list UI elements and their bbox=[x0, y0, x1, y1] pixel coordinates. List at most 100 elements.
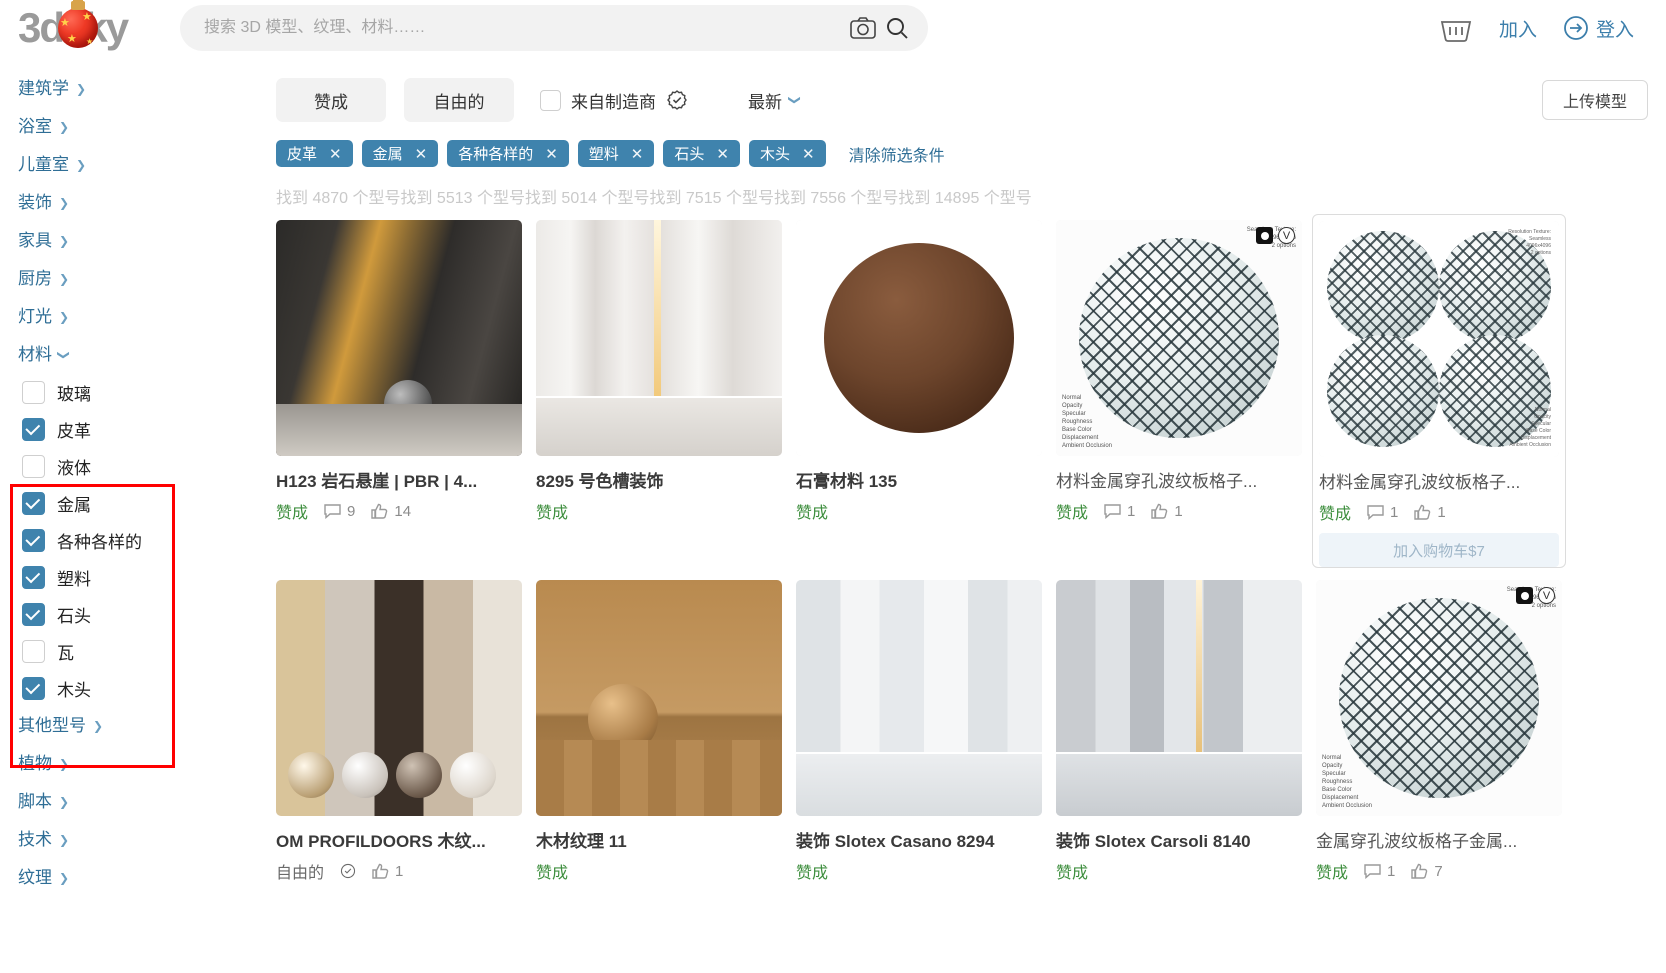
checkbox[interactable] bbox=[22, 640, 45, 663]
material-filter-塑料[interactable]: 塑料 bbox=[18, 559, 268, 596]
vray-badge-icon: V bbox=[1278, 227, 1295, 244]
model-title[interactable]: 木材纹理 11 bbox=[536, 827, 782, 852]
filter-free-button[interactable]: 自由的 bbox=[404, 78, 514, 122]
model-title[interactable]: OM PROFILDOORS 木纹... bbox=[276, 827, 522, 852]
close-icon[interactable]: ✕ bbox=[716, 145, 729, 163]
checkbox[interactable] bbox=[22, 381, 45, 404]
sidebar-item-label: 纹理 bbox=[18, 868, 52, 887]
sidebar-item-nav_bottom-3[interactable]: 技术 ❯ bbox=[18, 821, 69, 859]
material-filter-玻璃[interactable]: 玻璃 bbox=[18, 374, 268, 411]
material-filter-液体[interactable]: 液体 bbox=[18, 448, 268, 485]
checkbox[interactable] bbox=[22, 418, 45, 441]
model-thumbnail[interactable] bbox=[1056, 580, 1302, 816]
checkbox[interactable] bbox=[22, 677, 45, 700]
chevron-down-icon: ❯ bbox=[788, 94, 803, 106]
model-card[interactable]: 石膏材料 135 赞成 bbox=[796, 220, 1042, 568]
model-title[interactable]: 8295 号色槽装饰 bbox=[536, 467, 782, 492]
manufacturer-checkbox[interactable] bbox=[540, 89, 561, 111]
filter-pro-button[interactable]: 赞成 bbox=[276, 78, 386, 122]
sidebar-item-nav_top-1[interactable]: 浴室 ❯ bbox=[18, 108, 69, 146]
checkbox[interactable] bbox=[22, 603, 45, 626]
model-thumbnail[interactable]: Resolution Texture: Seamless 4096x4096 2 op… bbox=[1319, 221, 1559, 457]
sidebar-item-nav_bottom-2[interactable]: 脚本 ❯ bbox=[18, 783, 69, 821]
filter-chip-各种各样的[interactable]: 各种各样的 ✕ bbox=[447, 140, 569, 167]
sidebar-item-nav_top-3[interactable]: 装饰 ❯ bbox=[18, 184, 69, 222]
sidebar-item-nav_top-6[interactable]: 灯光 ❯ bbox=[18, 298, 69, 336]
model-card[interactable]: 装饰 Slotex Carsoli 8140 赞成 bbox=[1056, 580, 1302, 883]
basket-icon[interactable] bbox=[1439, 13, 1473, 43]
login-link[interactable]: 登入 bbox=[1563, 15, 1634, 42]
close-icon[interactable]: ✕ bbox=[631, 145, 644, 163]
sidebar-item-nav_top-5[interactable]: 厨房 ❯ bbox=[18, 260, 69, 298]
logo[interactable]: 3dsky ★ ★ ★ ★ bbox=[18, 1, 158, 52]
model-thumbnail[interactable] bbox=[796, 580, 1042, 816]
manufacturer-filter[interactable]: 来自制造商 bbox=[540, 88, 688, 113]
model-title[interactable]: 装饰 Slotex Casano 8294 bbox=[796, 827, 1042, 852]
close-icon[interactable]: ✕ bbox=[545, 145, 558, 163]
sidebar-item-nav_bottom-4[interactable]: 纹理 ❯ bbox=[18, 859, 69, 897]
checkbox[interactable] bbox=[22, 529, 45, 552]
checkbox[interactable] bbox=[22, 455, 45, 478]
model-title[interactable]: 金属穿孔波纹板格子金属... bbox=[1316, 827, 1562, 852]
thumbnail-art bbox=[536, 580, 782, 816]
close-icon[interactable]: ✕ bbox=[415, 145, 428, 163]
search-input[interactable] bbox=[202, 18, 846, 38]
model-thumbnail[interactable] bbox=[796, 220, 1042, 456]
model-thumbnail[interactable]: Seamless Texture:4096x40962 options Norm… bbox=[1056, 220, 1302, 456]
model-thumbnail[interactable] bbox=[536, 220, 782, 456]
model-card[interactable]: OM PROFILDOORS 木纹... 自由的 1 bbox=[276, 580, 522, 883]
model-card[interactable]: 8295 号色槽装饰 赞成 bbox=[536, 220, 782, 568]
model-status: 赞成 bbox=[536, 505, 569, 522]
model-thumbnail[interactable] bbox=[276, 580, 522, 816]
search-icon[interactable] bbox=[880, 11, 914, 45]
model-title[interactable]: 材料金属穿孔波纹板格子... bbox=[1056, 467, 1302, 492]
results-count-text: 找到 4870 个型号找到 5513 个型号找到 5014 个型号找到 7515… bbox=[276, 190, 1032, 207]
chevron-right-icon: ❯ bbox=[59, 234, 70, 248]
sidebar-item-nav_top-0[interactable]: 建筑学 ❯ bbox=[18, 70, 86, 108]
filter-chip-木头[interactable]: 木头 ✕ bbox=[748, 140, 826, 167]
model-thumbnail[interactable] bbox=[276, 220, 522, 456]
search-bar[interactable] bbox=[180, 5, 928, 51]
model-title[interactable]: 材料金属穿孔波纹板格子... bbox=[1319, 468, 1559, 493]
join-link[interactable]: 加入 bbox=[1499, 15, 1537, 42]
checkbox[interactable] bbox=[22, 566, 45, 589]
sidebar-item-nav_top-4[interactable]: 家具 ❯ bbox=[18, 222, 69, 260]
sidebar-item-materials[interactable]: 材料 ❯ bbox=[18, 336, 71, 374]
upload-model-button[interactable]: 上传模型 bbox=[1541, 80, 1648, 120]
material-filter-瓦[interactable]: 瓦 bbox=[18, 633, 268, 670]
model-card[interactable]: Resolution Texture: Seamless 4096x4096 2 op… bbox=[1312, 214, 1566, 568]
model-card[interactable]: 木材纹理 11 赞成 bbox=[536, 580, 782, 883]
add-to-cart-button[interactable]: 加入购物车$7 bbox=[1319, 533, 1559, 567]
model-card[interactable]: Seamless Texture:4096x40962 options Norm… bbox=[1056, 220, 1302, 568]
clear-filters-link[interactable]: 清除筛选条件 bbox=[849, 142, 945, 166]
model-title[interactable]: 装饰 Slotex Carsoli 8140 bbox=[1056, 827, 1302, 852]
thumbnail-art bbox=[1056, 580, 1302, 816]
filter-chip-塑料[interactable]: 塑料 ✕ bbox=[577, 140, 655, 167]
checkbox[interactable] bbox=[22, 492, 45, 515]
model-card[interactable]: Seamless Texture:4096x40962 options Norm… bbox=[1316, 580, 1562, 883]
material-filter-金属[interactable]: 金属 bbox=[18, 485, 268, 522]
model-title[interactable]: 石膏材料 135 bbox=[796, 467, 1042, 492]
close-icon[interactable]: ✕ bbox=[329, 145, 342, 163]
model-title[interactable]: H123 岩石悬崖 | PBR | 4... bbox=[276, 467, 522, 492]
model-meta: 赞成 bbox=[796, 859, 1042, 883]
filter-chip-皮革[interactable]: 皮革 ✕ bbox=[276, 140, 353, 167]
material-filter-木头[interactable]: 木头 bbox=[18, 670, 268, 707]
model-card[interactable]: 装饰 Slotex Casano 8294 赞成 bbox=[796, 580, 1042, 883]
material-filter-石头[interactable]: 石头 bbox=[18, 596, 268, 633]
model-thumbnail[interactable] bbox=[536, 580, 782, 816]
filter-chip-石头[interactable]: 石头 ✕ bbox=[663, 140, 740, 167]
sidebar-item-nav_bottom-0[interactable]: 其他型号 ❯ bbox=[18, 707, 103, 745]
material-label: 液体 bbox=[57, 459, 91, 478]
material-filter-各种各样的[interactable]: 各种各样的 bbox=[18, 522, 268, 559]
close-icon[interactable]: ✕ bbox=[802, 145, 815, 163]
model-thumbnail[interactable]: Seamless Texture:4096x40962 options Norm… bbox=[1316, 580, 1562, 816]
sidebar-item-nav_bottom-1[interactable]: 植物 ❯ bbox=[18, 745, 69, 783]
sort-dropdown[interactable]: 最新 ❯ bbox=[748, 88, 803, 113]
model-status: 自由的 bbox=[276, 865, 325, 882]
filter-chip-金属[interactable]: 金属 ✕ bbox=[361, 140, 439, 167]
material-filter-皮革[interactable]: 皮革 bbox=[18, 411, 268, 448]
model-card[interactable]: H123 岩石悬崖 | PBR | 4... 赞成 9 14 bbox=[276, 220, 522, 568]
camera-icon[interactable] bbox=[846, 11, 880, 45]
sidebar-item-nav_top-2[interactable]: 儿童室 ❯ bbox=[18, 146, 86, 184]
